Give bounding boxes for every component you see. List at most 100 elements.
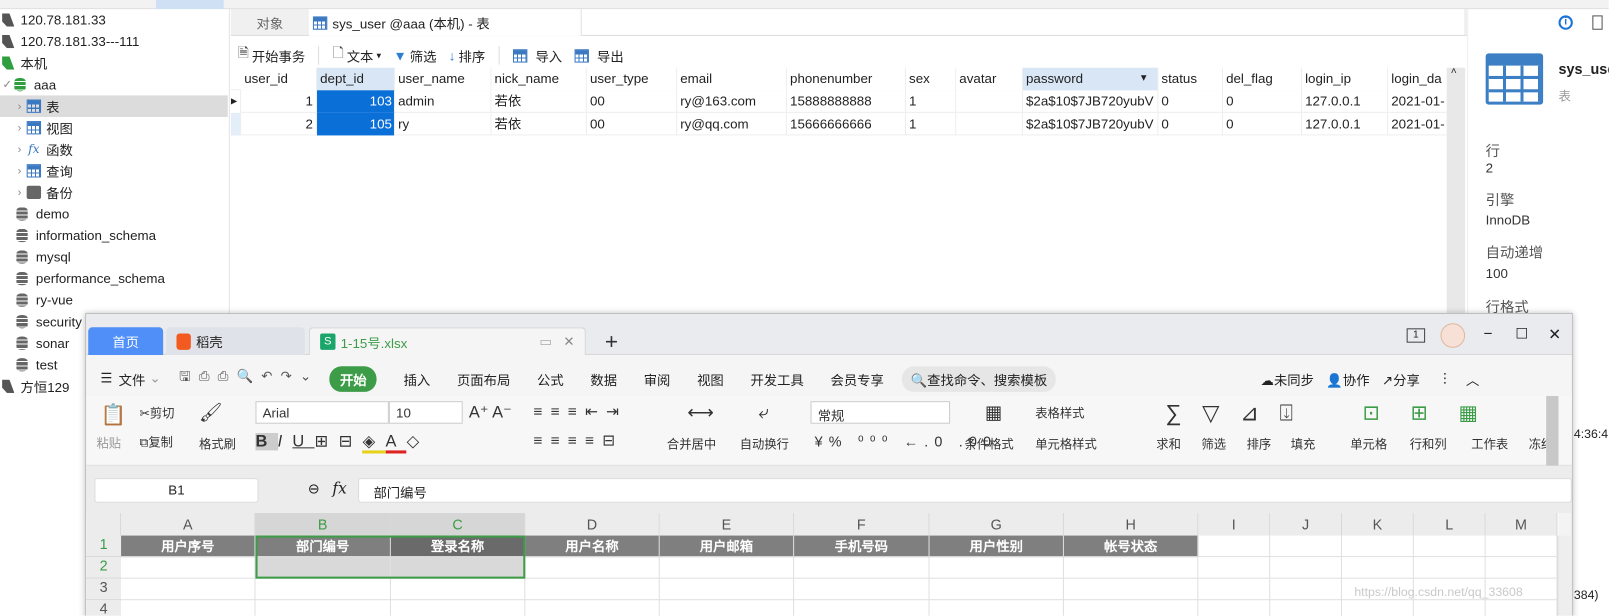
cell-I2[interactable]: [1198, 557, 1271, 579]
close-window-icon[interactable]: ✕: [1548, 325, 1561, 343]
cell-B2[interactable]: [255, 557, 391, 579]
column-header-login_ip[interactable]: login_ip: [1301, 67, 1389, 91]
tree-item-performance_schema[interactable]: performance_schema: [0, 268, 228, 290]
tree-item--[interactable]: › fx 函数: [0, 139, 228, 161]
row-header-4[interactable]: 4: [86, 600, 122, 616]
row-selector[interactable]: [230, 112, 242, 136]
share-button[interactable]: ↗分享: [1382, 369, 1420, 388]
cell-email[interactable]: ry@163.com: [677, 90, 787, 113]
column-header-del_flag[interactable]: del_flag: [1222, 67, 1302, 91]
tree-item--[interactable]: › 表: [0, 95, 228, 117]
cell-I3[interactable]: [1198, 578, 1271, 601]
worksheet-button[interactable]: 工作表: [1471, 435, 1508, 452]
cell-C1[interactable]: 登录名称: [390, 535, 526, 558]
cell-user_name[interactable]: ry: [395, 112, 492, 136]
collapse-ribbon-icon[interactable]: ︿: [1466, 369, 1479, 388]
cell-A3[interactable]: [121, 578, 256, 601]
tree-item--[interactable]: › 备份: [0, 182, 228, 204]
menu-file[interactable]: 文件: [119, 369, 146, 388]
column-header-dept_id[interactable]: dept_id: [317, 67, 396, 91]
fill-button[interactable]: 填充: [1291, 435, 1316, 452]
chevron-right-icon[interactable]: ›: [12, 100, 26, 112]
cell-A4[interactable]: [121, 600, 256, 616]
filter-button[interactable]: ▼ 筛选: [390, 46, 439, 65]
menu-tab-review[interactable]: 审阅: [644, 369, 671, 388]
cell-L2[interactable]: [1413, 557, 1486, 579]
cell-F3[interactable]: [794, 578, 930, 601]
tree-item-120-78-181-33-111[interactable]: 120.78.181.33---111: [0, 31, 228, 53]
close-tab-icon[interactable]: ✕: [563, 333, 574, 349]
sort-button[interactable]: ↓ 排序: [446, 46, 489, 65]
table-row[interactable]: 2 105 ry 若依 00 ry@qq.com 15666666666 1 $2a$10$7J…: [230, 112, 1452, 136]
cell-login_da[interactable]: 2021-01-: [1388, 90, 1452, 113]
menu-tab-member[interactable]: 会员专享: [830, 369, 883, 388]
menu-tab-page-layout[interactable]: 页面布局: [457, 369, 510, 388]
cell-M2[interactable]: [1485, 557, 1558, 579]
zoom-formula-icon[interactable]: ⊖: [308, 480, 320, 497]
tree-item-demo[interactable]: demo: [0, 203, 228, 225]
filter-ribbon-button[interactable]: 筛选: [1201, 435, 1226, 452]
tree-item-aaa[interactable]: ✓ aaa: [0, 74, 228, 96]
cell-G2[interactable]: [929, 557, 1064, 579]
column-header-I[interactable]: I: [1198, 513, 1271, 536]
horizontal-alignment-icons[interactable]: ≡≡≡≡⊟: [534, 431, 624, 449]
fx-icon[interactable]: fx: [332, 479, 346, 497]
cell-F2[interactable]: [794, 557, 930, 579]
cell-H3[interactable]: [1063, 578, 1199, 601]
cell-G4[interactable]: [930, 600, 1064, 616]
sort-dropdown-icon[interactable]: ▾: [1141, 71, 1147, 84]
paste-button[interactable]: 粘贴: [96, 434, 121, 451]
cell-H2[interactable]: [1063, 557, 1199, 579]
column-header-F[interactable]: F: [794, 513, 930, 536]
cell-password[interactable]: $2a$10$7JB720yubV: [1023, 112, 1159, 136]
cell-avatar[interactable]: [956, 112, 1023, 136]
cell-L4[interactable]: [1414, 600, 1486, 616]
cell-login_da[interactable]: 2021-01-: [1388, 112, 1452, 136]
info-icon[interactable]: i: [1558, 15, 1573, 30]
cut-button[interactable]: ✂剪切: [140, 404, 175, 421]
column-header-nick_name[interactable]: nick_name: [491, 67, 587, 91]
column-header-user_id[interactable]: user_id: [241, 67, 318, 91]
column-header-user_name[interactable]: user_name: [395, 67, 492, 91]
top-menu-selected-tab[interactable]: [155, 0, 224, 10]
menu-tab-formulas[interactable]: 公式: [537, 369, 564, 388]
cell-E1[interactable]: 用户邮箱: [659, 535, 795, 558]
cell-C3[interactable]: [390, 578, 526, 601]
copy-button[interactable]: ⧉复制: [140, 433, 173, 450]
cell-D2[interactable]: [525, 557, 660, 579]
cell-G3[interactable]: [929, 578, 1064, 601]
tree-item--[interactable]: 本机: [0, 52, 228, 74]
number-format-select[interactable]: 常规: [810, 401, 951, 424]
window-count-badge[interactable]: 1: [1406, 328, 1426, 343]
cell-C2[interactable]: [390, 557, 526, 579]
format-painter-button[interactable]: 格式刷: [199, 435, 236, 452]
cell-K4[interactable]: [1342, 600, 1414, 616]
column-header-H[interactable]: H: [1063, 513, 1199, 536]
column-header-login_da[interactable]: login_da: [1388, 67, 1452, 91]
chevron-right-icon[interactable]: ›: [12, 186, 26, 198]
column-header-G[interactable]: G: [929, 513, 1064, 536]
column-header-E[interactable]: E: [659, 513, 795, 536]
cell-E3[interactable]: [659, 578, 795, 601]
column-header-avatar[interactable]: avatar: [956, 67, 1023, 91]
cell-K1[interactable]: [1342, 535, 1414, 558]
hamburger-icon[interactable]: ☰: [101, 370, 113, 386]
column-header-status[interactable]: status: [1158, 67, 1223, 91]
rows-cols-button[interactable]: 行和列: [1410, 435, 1447, 452]
cell-D1[interactable]: 用户名称: [525, 535, 660, 558]
pin-icon[interactable]: ▭: [539, 333, 552, 349]
menu-tab-data[interactable]: 数据: [590, 369, 617, 388]
font-size-adjust-icons[interactable]: A⁺ A⁻: [469, 402, 512, 423]
cell-J3[interactable]: [1270, 578, 1343, 601]
unsynced-button[interactable]: ☁未同步: [1261, 369, 1314, 388]
cell-del_flag[interactable]: 0: [1223, 90, 1302, 113]
cell-F4[interactable]: [794, 600, 930, 616]
tree-item-ry-vue[interactable]: ry-vue: [0, 289, 228, 311]
column-header-K[interactable]: K: [1342, 513, 1414, 536]
new-tab-button[interactable]: +: [596, 327, 627, 355]
ribbon-scrollbar[interactable]: [1546, 396, 1559, 466]
cell-user_type[interactable]: 00: [587, 112, 678, 136]
text-button[interactable]: 🗋 文本 ▾: [330, 44, 384, 67]
cell-M4[interactable]: [1486, 600, 1558, 616]
column-header-M[interactable]: M: [1485, 513, 1558, 536]
